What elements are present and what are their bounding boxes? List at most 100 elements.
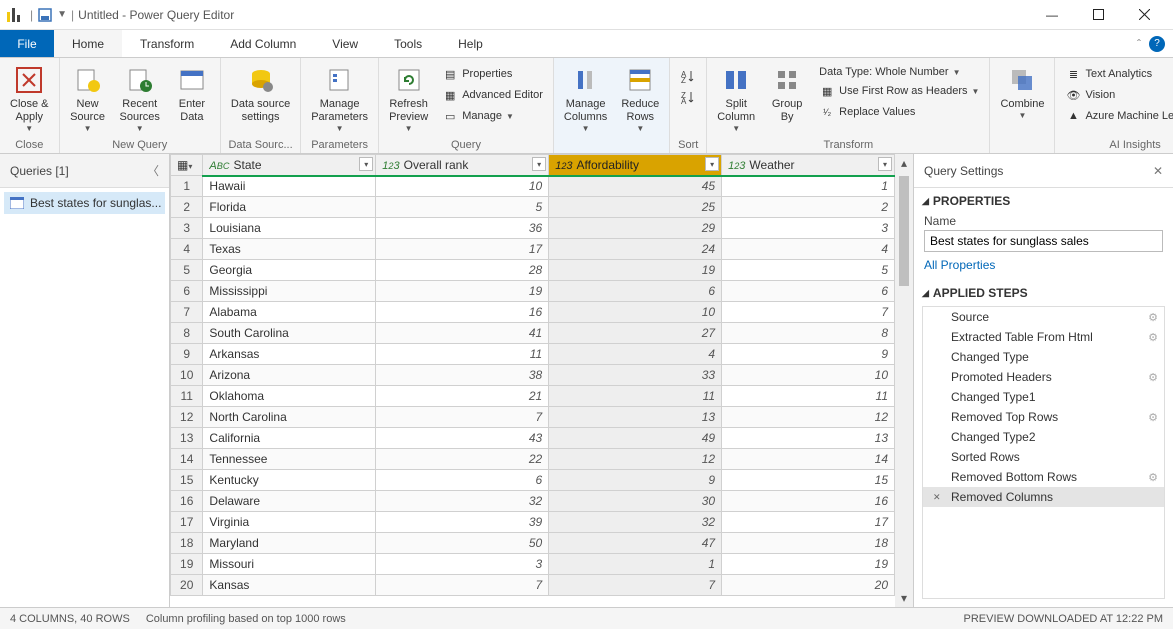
filter-dropdown-icon[interactable]: ▾ <box>705 157 719 171</box>
combine-button[interactable]: Combine▼ <box>994 60 1050 120</box>
cell-rank[interactable]: 39 <box>376 512 549 533</box>
gear-icon[interactable]: ⚙ <box>1148 311 1158 324</box>
cell-state[interactable]: South Carolina <box>203 323 376 344</box>
column-header-weather[interactable]: 123Weather▾ <box>722 155 895 176</box>
table-row[interactable]: 1 Hawaii 10 45 1 <box>171 176 895 197</box>
tab-file[interactable]: File <box>0 30 54 57</box>
cell-rank[interactable]: 38 <box>376 365 549 386</box>
cell-afford[interactable]: 7 <box>549 575 722 596</box>
vision-button[interactable]: 👁Vision <box>1059 85 1173 105</box>
cell-rank[interactable]: 32 <box>376 491 549 512</box>
collapse-ribbon-icon[interactable]: ˆ <box>1137 37 1141 51</box>
cell-state[interactable]: Louisiana <box>203 218 376 239</box>
cell-afford[interactable]: 10 <box>549 302 722 323</box>
filter-dropdown-icon[interactable]: ▾ <box>878 157 892 171</box>
tab-home[interactable]: Home <box>54 30 122 57</box>
cell-state[interactable]: Mississippi <box>203 281 376 302</box>
tab-addcolumn[interactable]: Add Column <box>212 30 314 57</box>
column-header-rank[interactable]: 123Overall rank▾ <box>376 155 549 176</box>
cell-weather[interactable]: 10 <box>722 365 895 386</box>
cell-state[interactable]: California <box>203 428 376 449</box>
table-row[interactable]: 20 Kansas 7 7 20 <box>171 575 895 596</box>
table-row[interactable]: 3 Louisiana 36 29 3 <box>171 218 895 239</box>
cell-weather[interactable]: 12 <box>722 407 895 428</box>
query-name-input[interactable] <box>924 230 1163 252</box>
cell-rank[interactable]: 10 <box>376 176 549 197</box>
close-apply-button[interactable]: Close & Apply ▼ <box>4 60 55 133</box>
cell-weather[interactable]: 5 <box>722 260 895 281</box>
advanced-editor-button[interactable]: ▦Advanced Editor <box>436 85 549 105</box>
refresh-preview-button[interactable]: Refresh Preview▼ <box>383 60 434 133</box>
applied-step[interactable]: Removed Columns <box>923 487 1164 507</box>
cell-rank[interactable]: 43 <box>376 428 549 449</box>
cell-weather[interactable]: 6 <box>722 281 895 302</box>
cell-afford[interactable]: 4 <box>549 344 722 365</box>
text-analytics-button[interactable]: ≣Text Analytics <box>1059 64 1173 84</box>
cell-weather[interactable]: 16 <box>722 491 895 512</box>
cell-weather[interactable]: 11 <box>722 386 895 407</box>
cell-weather[interactable]: 9 <box>722 344 895 365</box>
cell-state[interactable]: Tennessee <box>203 449 376 470</box>
cell-afford[interactable]: 24 <box>549 239 722 260</box>
table-row[interactable]: 16 Delaware 32 30 16 <box>171 491 895 512</box>
applied-step[interactable]: Changed Type <box>923 347 1164 367</box>
cell-weather[interactable]: 17 <box>722 512 895 533</box>
cell-state[interactable]: Virginia <box>203 512 376 533</box>
applied-step[interactable]: Changed Type2 <box>923 427 1164 447</box>
split-column-button[interactable]: Split Column▼ <box>711 60 761 133</box>
cell-state[interactable]: Oklahoma <box>203 386 376 407</box>
table-row[interactable]: 14 Tennessee 22 12 14 <box>171 449 895 470</box>
cell-state[interactable]: Alabama <box>203 302 376 323</box>
cell-state[interactable]: Delaware <box>203 491 376 512</box>
cell-rank[interactable]: 11 <box>376 344 549 365</box>
cell-weather[interactable]: 3 <box>722 218 895 239</box>
cell-state[interactable]: Texas <box>203 239 376 260</box>
cell-state[interactable]: Missouri <box>203 554 376 575</box>
tab-tools[interactable]: Tools <box>376 30 440 57</box>
cell-rank[interactable]: 28 <box>376 260 549 281</box>
table-row[interactable]: 6 Mississippi 19 6 6 <box>171 281 895 302</box>
cell-afford[interactable]: 11 <box>549 386 722 407</box>
maximize-button[interactable] <box>1075 0 1121 30</box>
table-row[interactable]: 2 Florida 5 25 2 <box>171 197 895 218</box>
cell-state[interactable]: Maryland <box>203 533 376 554</box>
cell-rank[interactable]: 19 <box>376 281 549 302</box>
cell-state[interactable]: Kansas <box>203 575 376 596</box>
gear-icon[interactable]: ⚙ <box>1148 411 1158 424</box>
first-row-headers-button[interactable]: ▦Use First Row as Headers▼ <box>813 81 985 101</box>
cell-afford[interactable]: 30 <box>549 491 722 512</box>
cell-weather[interactable]: 8 <box>722 323 895 344</box>
cell-rank[interactable]: 5 <box>376 197 549 218</box>
cell-weather[interactable]: 2 <box>722 197 895 218</box>
close-settings-icon[interactable]: ✕ <box>1153 164 1163 178</box>
table-row[interactable]: 13 California 43 49 13 <box>171 428 895 449</box>
reduce-rows-button[interactable]: Reduce Rows▼ <box>615 60 665 133</box>
collapse-icon[interactable]: ◢ <box>922 196 929 207</box>
enter-data-button[interactable]: Enter Data <box>168 60 216 124</box>
gear-icon[interactable]: ⚙ <box>1148 471 1158 484</box>
cell-afford[interactable]: 27 <box>549 323 722 344</box>
new-source-button[interactable]: New Source▼ <box>64 60 112 133</box>
cell-afford[interactable]: 13 <box>549 407 722 428</box>
cell-rank[interactable]: 41 <box>376 323 549 344</box>
table-row[interactable]: 9 Arkansas 11 4 9 <box>171 344 895 365</box>
cell-weather[interactable]: 18 <box>722 533 895 554</box>
applied-step[interactable]: Changed Type1 <box>923 387 1164 407</box>
cell-weather[interactable]: 13 <box>722 428 895 449</box>
column-header-affordability[interactable]: 123Affordability▾ <box>549 155 722 176</box>
collapse-queries-icon[interactable]: 〈 <box>147 162 159 179</box>
cell-afford[interactable]: 6 <box>549 281 722 302</box>
cell-afford[interactable]: 19 <box>549 260 722 281</box>
cell-state[interactable]: Kentucky <box>203 470 376 491</box>
scroll-thumb[interactable] <box>899 176 909 286</box>
applied-step[interactable]: Removed Bottom Rows⚙ <box>923 467 1164 487</box>
cell-afford[interactable]: 9 <box>549 470 722 491</box>
cell-rank[interactable]: 6 <box>376 470 549 491</box>
tab-view[interactable]: View <box>314 30 376 57</box>
collapse-icon[interactable]: ◢ <box>922 288 929 299</box>
applied-step[interactable]: Removed Top Rows⚙ <box>923 407 1164 427</box>
cell-weather[interactable]: 1 <box>722 176 895 197</box>
table-row[interactable]: 10 Arizona 38 33 10 <box>171 365 895 386</box>
cell-rank[interactable]: 22 <box>376 449 549 470</box>
data-type-button[interactable]: Data Type: Whole Number▼ <box>813 64 985 80</box>
